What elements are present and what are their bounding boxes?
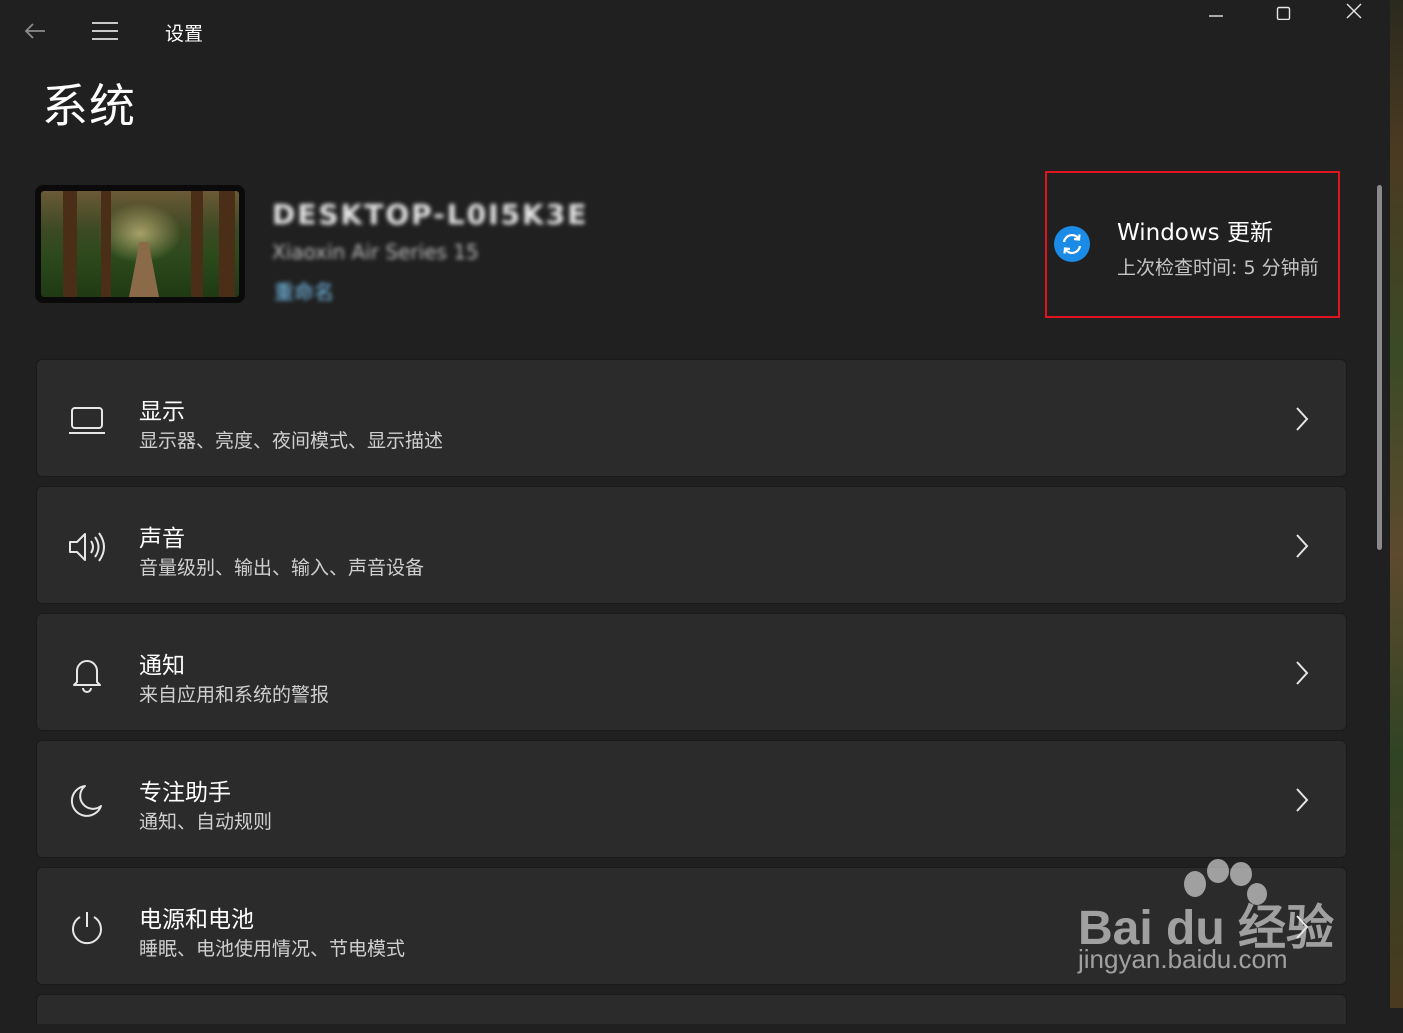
setting-item-sound[interactable]: 声音 音量级别、输出、输入、声音设备 bbox=[36, 486, 1347, 604]
setting-description: 睡眠、电池使用情况、节电模式 bbox=[139, 938, 406, 960]
app-title: 设置 bbox=[165, 23, 204, 45]
setting-item-partial[interactable] bbox=[36, 994, 1347, 1024]
scrollbar-thumb[interactable] bbox=[1377, 185, 1382, 550]
setting-description: 通知、自动规则 bbox=[139, 811, 273, 833]
setting-label: 显示 bbox=[139, 399, 185, 425]
close-icon bbox=[1346, 3, 1362, 19]
speaker-icon bbox=[65, 527, 109, 567]
setting-label: 专注助手 bbox=[139, 780, 231, 806]
chevron-right-icon bbox=[1296, 407, 1309, 431]
rename-link[interactable]: 重命名 bbox=[274, 276, 334, 305]
page-title: 系统 bbox=[42, 79, 136, 133]
power-icon bbox=[65, 908, 109, 948]
watermark-url: jingyan.baidu.com bbox=[1078, 944, 1288, 974]
device-wallpaper-thumbnail bbox=[35, 185, 245, 303]
moon-icon bbox=[65, 781, 109, 821]
setting-item-focus-assist[interactable]: 专注助手 通知、自动规则 bbox=[36, 740, 1347, 858]
windows-update-card[interactable]: Windows 更新 上次检查时间: 5 分钟前 bbox=[1045, 171, 1340, 318]
setting-description: 显示器、亮度、夜间模式、显示描述 bbox=[139, 430, 444, 452]
setting-description: 音量级别、输出、输入、声音设备 bbox=[139, 557, 425, 579]
back-button[interactable] bbox=[18, 14, 52, 48]
setting-description: 来自应用和系统的警报 bbox=[139, 684, 330, 706]
sync-icon bbox=[1054, 226, 1090, 262]
hamburger-menu-icon bbox=[92, 22, 118, 40]
chevron-right-icon bbox=[1296, 661, 1309, 685]
bell-icon bbox=[65, 654, 109, 694]
minimize-icon bbox=[1209, 15, 1223, 17]
maximize-icon bbox=[1276, 6, 1291, 20]
back-arrow-icon bbox=[24, 23, 45, 39]
chevron-right-icon bbox=[1296, 788, 1309, 812]
wallpaper-image bbox=[41, 191, 239, 297]
setting-label: 电源和电池 bbox=[139, 907, 254, 933]
maximize-button[interactable] bbox=[1250, 0, 1318, 24]
baidu-watermark: Bai du 经验 jingyan.baidu.com bbox=[1078, 858, 1338, 978]
setting-item-display[interactable]: 显示 显示器、亮度、夜间模式、显示描述 bbox=[36, 359, 1347, 477]
close-button[interactable] bbox=[1320, 0, 1388, 24]
update-title: Windows 更新 bbox=[1117, 220, 1273, 246]
update-last-checked: 上次检查时间: 5 分钟前 bbox=[1117, 257, 1319, 279]
setting-item-notifications[interactable]: 通知 来自应用和系统的警报 bbox=[36, 613, 1347, 731]
setting-label: 通知 bbox=[139, 653, 185, 679]
device-model: Xiaoxin Air Series 15 bbox=[272, 240, 479, 264]
navigation-menu-button[interactable] bbox=[88, 14, 122, 48]
device-name: DESKTOP-L0I5K3E bbox=[272, 198, 589, 231]
monitor-icon bbox=[65, 400, 109, 440]
minimize-button[interactable] bbox=[1182, 0, 1250, 24]
title-bar: 设置 bbox=[0, 0, 1390, 64]
chevron-right-icon bbox=[1296, 534, 1309, 558]
setting-label: 声音 bbox=[139, 526, 185, 552]
desktop-background-strip bbox=[1390, 0, 1403, 1008]
